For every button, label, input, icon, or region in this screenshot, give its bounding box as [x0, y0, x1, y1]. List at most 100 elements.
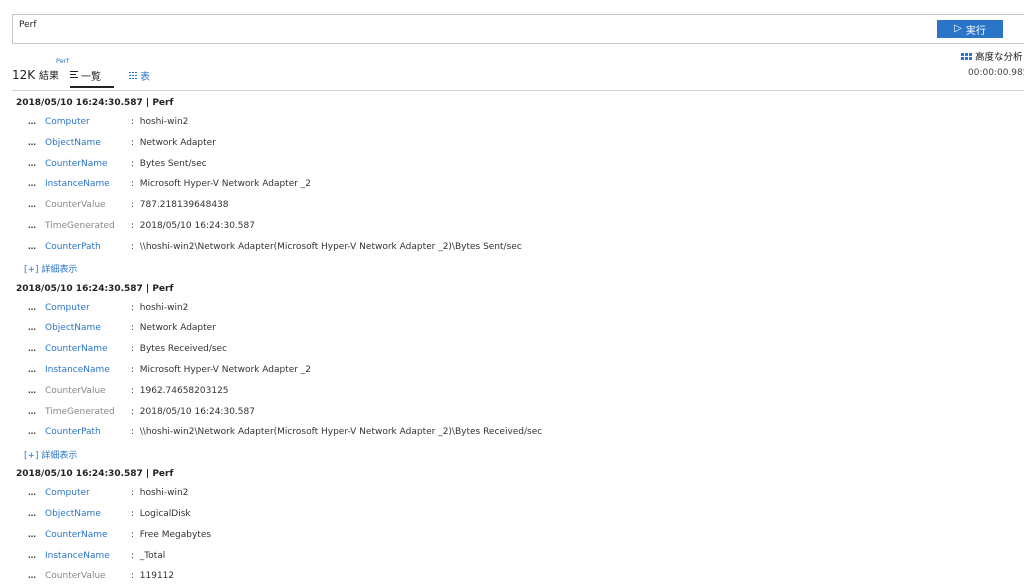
field-separator: : [131, 406, 140, 417]
field-separator: : [131, 550, 140, 561]
field-value: : 2018/05/10 16:24:30.587 [131, 407, 255, 417]
field-separator: : [131, 323, 140, 334]
field-row: … Computer : hoshi-win2 [0, 484, 1024, 505]
query-editor[interactable]: Perf [12, 14, 1024, 44]
record-header: 2018/05/10 16:24:30.587 | Perf [16, 469, 174, 480]
field-menu-icon[interactable]: … [28, 200, 36, 209]
run-button-label: 実行 [965, 25, 986, 37]
field-name[interactable]: ObjectName [45, 323, 101, 333]
field-separator: : [131, 344, 140, 355]
show-more-link[interactable]: [+] 詳細表示 [0, 259, 1024, 279]
field-value: : hoshi-win2 [131, 488, 188, 498]
field-separator: : [131, 302, 140, 313]
field-menu-icon[interactable]: … [28, 427, 36, 436]
field-value-text: hoshi-win2 [139, 488, 189, 499]
field-value-text: 1962.74658203125 [139, 385, 229, 396]
field-row: … InstanceName : Microsoft Hyper-V Network… [0, 175, 1024, 196]
field-name[interactable]: CounterPath [45, 242, 101, 252]
field-menu-icon[interactable]: … [28, 365, 36, 374]
field-row: … Computer : hoshi-win2 [0, 113, 1024, 134]
field-menu-icon[interactable]: … [28, 571, 36, 580]
field-separator: : [131, 241, 140, 252]
field-name[interactable]: Computer [45, 117, 90, 127]
field-menu-icon[interactable]: … [28, 221, 36, 230]
field-row: … CounterName : Bytes Received/sec [0, 340, 1024, 361]
run-button[interactable]: ▷ 実行 [937, 20, 1003, 38]
field-name[interactable]: CounterName [45, 159, 108, 169]
field-separator: : [131, 508, 140, 519]
field-menu-icon[interactable]: … [28, 509, 36, 518]
field-name[interactable]: Computer [45, 303, 90, 313]
field-row: … CounterValue: 787.218139648438 [0, 196, 1024, 217]
field-value: : Microsoft Hyper-V Network Adapter _2 [131, 365, 311, 375]
field-value-text: Bytes Sent/sec [139, 158, 207, 169]
field-value-text: Microsoft Hyper-V Network Adapter _2 [139, 179, 312, 190]
show-more-link[interactable]: [+] 詳細表示 [0, 444, 1024, 464]
field-menu-icon[interactable]: … [28, 303, 36, 312]
field-value: : 1962.74658203125 [131, 386, 229, 396]
field-menu-icon[interactable]: … [28, 242, 36, 251]
field-name[interactable]: ObjectName [45, 509, 101, 519]
field-value-text: 119112 [139, 571, 175, 582]
field-value: : \\hoshi-win2\Network Adapter(Microsoft… [131, 427, 542, 437]
field-value: : \\hoshi-win2\Network Adapter(Microsoft… [131, 242, 522, 252]
field-value: : Bytes Sent/sec [131, 159, 207, 169]
field-row: … CounterName: Bytes Sent/sec [0, 155, 1024, 176]
field-value-text: \\hoshi-win2\Network Adapter(Microsoft H… [139, 241, 522, 252]
field-value-text: hoshi-win2 [139, 117, 189, 127]
field-menu-icon[interactable]: … [28, 117, 36, 126]
advanced-analytics-label: 高度な分析 [975, 52, 1023, 63]
field-row: … CounterValue: 1962.74658203125 [0, 382, 1024, 403]
results-count-number: 12K [12, 68, 36, 82]
advanced-analytics-link[interactable]: 高度な分析 [961, 49, 1023, 63]
list-icon [70, 71, 78, 78]
query-text[interactable]: Perf [19, 20, 37, 30]
record-header: 2018/05/10 16:24:30.587 | Perf [16, 283, 174, 294]
field-separator: : [131, 529, 140, 540]
field-name[interactable]: CounterName [45, 530, 108, 540]
field-value: : Network Adapter [131, 323, 216, 333]
tab-list[interactable]: 一覧 [70, 68, 114, 88]
field-menu-icon[interactable]: … [28, 488, 36, 497]
field-menu-icon[interactable]: … [28, 530, 36, 539]
field-separator: : [131, 137, 140, 148]
results-count-label: 結果 [38, 71, 59, 82]
tab-table[interactable]: 表 [129, 68, 150, 83]
field-name[interactable]: InstanceName [45, 179, 110, 189]
field-menu-icon[interactable]: … [28, 344, 36, 353]
field-separator: : [131, 427, 140, 438]
results-count: 12K 結果 [12, 67, 59, 82]
field-row: … ObjectName : Network Adapter [0, 319, 1024, 340]
field-name[interactable]: Computer [45, 488, 90, 498]
table-icon [129, 72, 137, 79]
field-name[interactable]: InstanceName [45, 551, 110, 561]
field-value-text: hoshi-win2 [139, 302, 189, 313]
field-name[interactable]: CounterName [45, 344, 108, 354]
field-value-text: Free Megabytes [139, 529, 212, 540]
field-value: : Network Adapter [131, 138, 216, 148]
results-list: 2018/05/10 16:24:30.587 | Perf … Computer:… [0, 93, 1024, 586]
field-name[interactable]: CounterPath [45, 427, 101, 437]
field-value: : Bytes Received/sec [131, 344, 227, 354]
field-menu-icon[interactable]: … [28, 323, 36, 332]
field-menu-icon[interactable]: … [28, 551, 36, 560]
field-name[interactable]: ObjectName [45, 138, 101, 148]
field-name[interactable]: InstanceName [45, 365, 110, 375]
field-menu-icon[interactable]: … [28, 159, 36, 168]
field-value: : Microsoft Hyper-V Network Adapter _2 [131, 179, 311, 189]
field-value: : 2018/05/10 16:24:30.587 [131, 221, 255, 231]
field-separator: : [131, 200, 140, 211]
tab-table-label: 表 [140, 72, 150, 83]
tab-list-badge: Perf [56, 57, 69, 65]
field-value: : 787.218139648438 [131, 200, 229, 210]
grid-icon [961, 52, 972, 60]
field-separator: : [131, 158, 140, 169]
field-menu-icon[interactable]: … [28, 386, 36, 395]
field-menu-icon[interactable]: … [28, 407, 36, 416]
field-menu-icon[interactable]: … [28, 179, 36, 188]
field-row: … ObjectName : Network Adapter [0, 134, 1024, 155]
field-menu-icon[interactable]: … [28, 138, 36, 147]
field-row: … CounterValue: 119112 [0, 567, 1024, 586]
field-value: : hoshi-win2 [131, 117, 188, 127]
elapsed-time: 00:00:00.985 [968, 68, 1024, 78]
